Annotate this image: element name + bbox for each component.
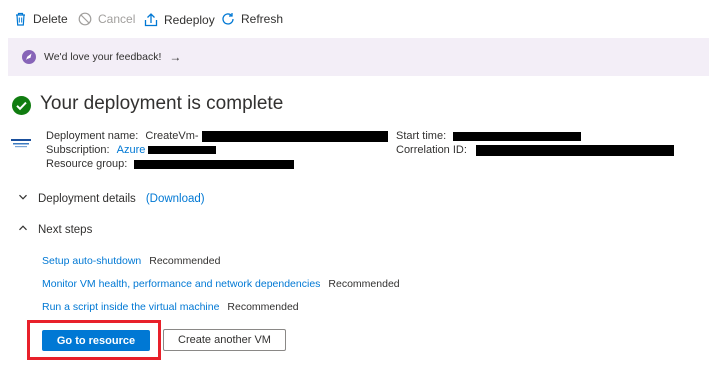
start-time-label: Start time:: [396, 130, 447, 142]
correlation-id-label: Correlation ID:: [396, 144, 467, 156]
rocket-icon: [22, 50, 36, 64]
feedback-bar[interactable]: We'd love your feedback! →: [8, 38, 709, 76]
recommended-tag: Recommended: [328, 278, 400, 290]
page-title: Your deployment is complete: [40, 93, 284, 114]
redacted-block: [475, 144, 674, 156]
deployment-name-label: Deployment name:: [46, 130, 139, 142]
redeploy-label: Redeploy: [164, 12, 215, 27]
recommended-tag: Recommended: [227, 301, 299, 313]
deployment-details-label: Deployment details: [38, 192, 136, 205]
subscription-label: Subscription:: [46, 144, 110, 156]
cancel-button[interactable]: Cancel: [78, 12, 135, 26]
subscription-link[interactable]: Azure: [117, 144, 146, 156]
cancel-icon: [78, 12, 92, 26]
success-check-icon: [12, 96, 31, 120]
subscription-row: Subscription: Azure: [46, 144, 217, 156]
recommended-tag: Recommended: [149, 255, 221, 267]
feedback-text: We'd love your feedback!: [44, 51, 162, 63]
company-logo: [9, 136, 33, 149]
next-steps-label: Next steps: [38, 223, 93, 236]
redacted-block: [453, 131, 582, 141]
delete-label: Delete: [33, 12, 68, 26]
deployment-details-toggle[interactable]: Deployment details (Download): [18, 192, 205, 205]
delete-button[interactable]: Delete: [14, 12, 68, 26]
refresh-button[interactable]: Refresh: [221, 12, 283, 26]
run-script-link[interactable]: Run a script inside the virtual machine: [42, 301, 219, 313]
cancel-label: Cancel: [98, 12, 136, 26]
deployment-name-row: Deployment name: CreateVm-: [46, 130, 388, 142]
create-another-vm-button[interactable]: Create another VM: [163, 329, 286, 351]
download-link[interactable]: (Download): [146, 193, 205, 205]
trash-icon: [14, 12, 27, 26]
list-item: Monitor VM health, performance and netwo…: [42, 278, 400, 290]
chevron-down-icon: [18, 192, 28, 205]
redeploy-button[interactable]: Redeploy: [144, 12, 215, 27]
resource-group-label: Resource group:: [46, 158, 128, 170]
deployment-name-value: CreateVm-: [145, 130, 199, 142]
refresh-icon: [221, 12, 235, 26]
go-to-resource-button[interactable]: Go to resource: [42, 330, 150, 351]
monitor-vm-health-link[interactable]: Monitor VM health, performance and netwo…: [42, 278, 320, 290]
redacted-block: [134, 159, 295, 169]
redacted-block: [201, 130, 388, 142]
list-item: Run a script inside the virtual machine R…: [42, 301, 299, 313]
upload-icon: [144, 12, 158, 27]
chevron-up-icon: [18, 223, 28, 236]
setup-auto-shutdown-link[interactable]: Setup auto-shutdown: [42, 255, 141, 267]
redacted-block: [148, 146, 217, 155]
list-item: Setup auto-shutdown Recommended: [42, 255, 220, 267]
arrow-right-icon: →: [169, 50, 182, 64]
refresh-label: Refresh: [241, 12, 284, 26]
start-time-row: Start time:: [396, 130, 582, 142]
resource-group-row: Resource group:: [46, 158, 295, 170]
next-steps-toggle[interactable]: Next steps: [18, 223, 92, 236]
correlation-id-row: Correlation ID:: [396, 144, 674, 156]
